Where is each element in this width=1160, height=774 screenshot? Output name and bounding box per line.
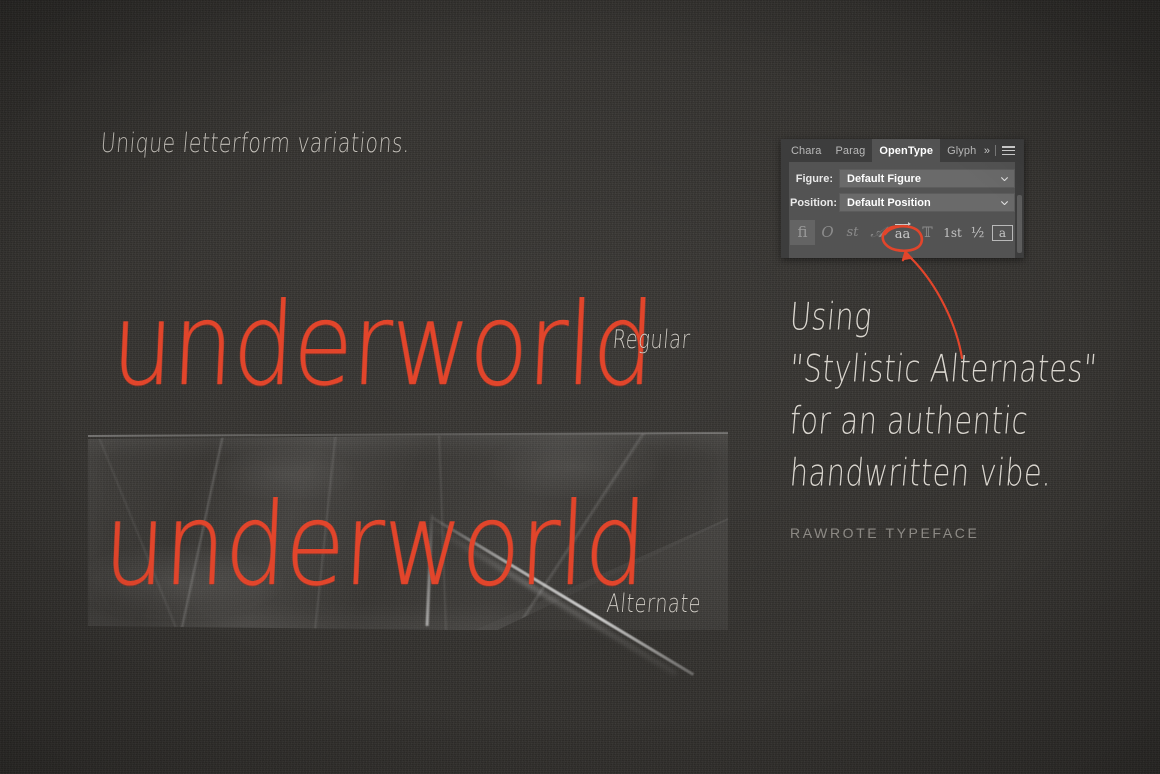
sample-word-regular: underworld	[109, 277, 657, 412]
sample-word-alternate: underworld	[101, 477, 649, 612]
position-value: Default Position	[847, 196, 931, 209]
ordinals-icon[interactable]: 1st	[940, 220, 965, 245]
tab-character[interactable]: Chara	[781, 139, 828, 162]
chevron-down-icon	[1001, 200, 1008, 205]
panel-tab-overflow: »	[984, 139, 1024, 162]
figure-row: Figure: Default Figure	[790, 169, 1015, 188]
position-row: Position: Default Position	[790, 193, 1015, 212]
tab-opentype[interactable]: OpenType	[872, 139, 941, 162]
tab-paragraph[interactable]: Parag	[828, 139, 872, 162]
panel-tab-bar: Chara Parag OpenType Glyph »	[781, 139, 1024, 162]
typeface-credit: RAWROTE TYPEFACE	[790, 525, 980, 541]
sample-label-regular: Regular	[611, 324, 692, 354]
figure-value: Default Figure	[847, 172, 921, 185]
callout-line-3: for an authentic	[788, 399, 1030, 444]
figure-dropdown[interactable]: Default Figure	[839, 169, 1015, 188]
panel-left-gutter	[781, 155, 789, 258]
fractions-icon[interactable]: ½	[965, 220, 990, 245]
page-title: Unique letterform variations.	[99, 129, 434, 160]
stylistic-alternates-button[interactable]: aa	[890, 220, 915, 245]
contextual-alternates-icon[interactable]: 𝑂	[815, 220, 840, 245]
chevron-down-icon	[1001, 176, 1008, 181]
titling-alternates-icon[interactable]: 𝕋	[915, 220, 940, 245]
figure-label: Figure:	[795, 172, 833, 185]
stylistic-sets-icon: a	[992, 224, 1013, 241]
position-label: Position:	[790, 196, 838, 209]
callout-line-4: handwritten vibe.	[788, 451, 1054, 496]
callout-line-2: "Stylistic Alternates"	[788, 347, 1099, 392]
headline-text: Unique letterform variations.	[99, 128, 412, 160]
opentype-panel[interactable]: Chara Parag OpenType Glyph » Figure: Def…	[781, 139, 1024, 258]
standard-ligatures-icon[interactable]: fi	[790, 220, 815, 245]
discretionary-ligatures-icon[interactable]: st	[840, 220, 865, 245]
swash-icon[interactable]: 𝒜	[865, 220, 890, 245]
divider	[995, 145, 996, 156]
tab-glyphs[interactable]: Glyph	[940, 139, 983, 162]
callout-line-1: Using	[788, 295, 874, 340]
sample-label-alternate: Alternate	[605, 588, 703, 618]
poster-canvas: Unique letterform variations. underworld…	[0, 0, 1160, 774]
opentype-feature-buttons: fi 𝑂 st 𝒜 aa 𝕋 1st ½ a	[790, 218, 1015, 247]
panel-scrollbar-thumb[interactable]	[1017, 195, 1022, 253]
double-chevron-right-icon[interactable]: »	[984, 145, 990, 157]
stylistic-alternates-icon: aa	[894, 221, 911, 242]
tape-top-edge	[87, 431, 728, 437]
position-dropdown[interactable]: Default Position	[839, 193, 1015, 212]
panel-scrollbar-track[interactable]	[1015, 155, 1024, 258]
hamburger-menu-icon[interactable]	[1002, 146, 1015, 155]
callout-copy: Using "Stylistic Alternates" for an auth…	[788, 295, 1129, 496]
stylistic-sets-button[interactable]: a	[990, 220, 1015, 245]
arrow-bar	[894, 221, 911, 226]
